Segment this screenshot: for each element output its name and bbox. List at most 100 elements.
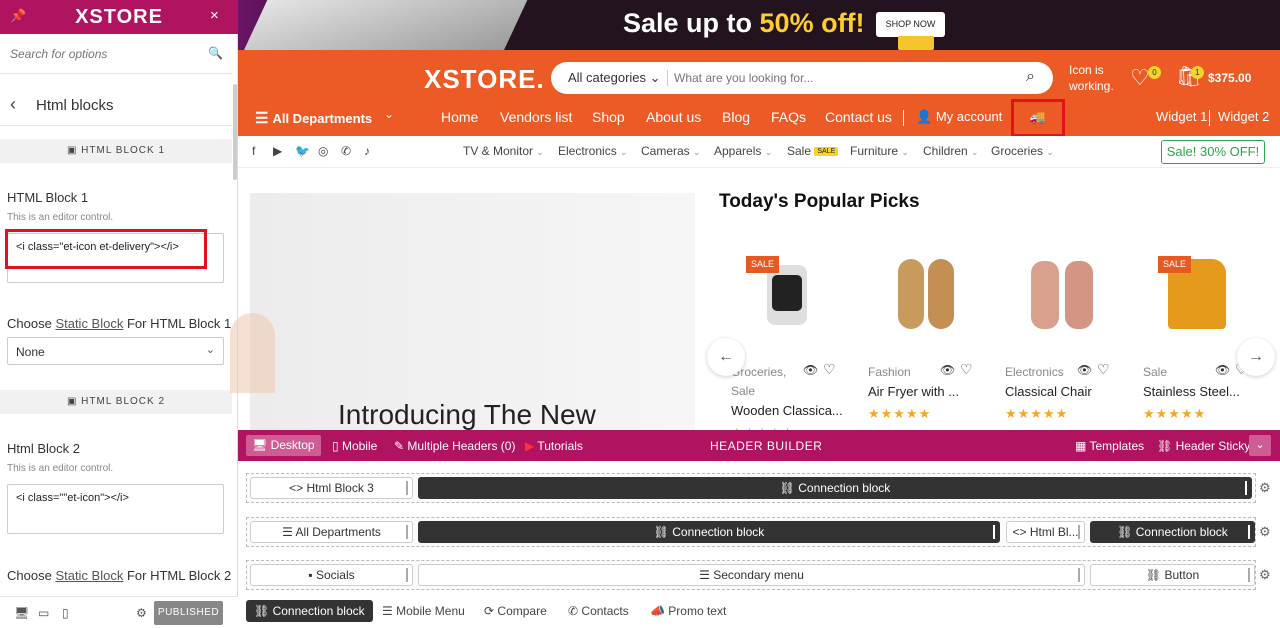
product-name[interactable]: Wooden Classica... — [731, 403, 843, 418]
heart-icon[interactable]: ♡ — [823, 361, 836, 378]
tiktok-icon[interactable]: ♪ — [364, 144, 370, 158]
element-contacts[interactable]: ✆ Contacts — [560, 600, 637, 622]
multiple-headers-tab[interactable]: ✎ Multiple Headers (0) — [394, 439, 515, 453]
drag-handle[interactable] — [1248, 525, 1250, 539]
desktop-icon[interactable]: 🖥 — [14, 606, 29, 620]
mobile-tab[interactable]: ▯ Mobile — [332, 439, 377, 453]
socials-block[interactable]: ▪ Socials — [250, 564, 413, 586]
gear-icon[interactable]: ⚙ — [1259, 567, 1271, 583]
product-category[interactable]: Fashion — [868, 365, 911, 379]
eye-icon[interactable]: 👁 — [1077, 363, 1092, 377]
heart-icon[interactable]: ♡ — [960, 361, 973, 378]
subnav-furniture[interactable]: Furniture ⌄ — [850, 144, 909, 158]
element-compare[interactable]: ⟳ Compare — [476, 600, 555, 622]
connection-block[interactable]: ⛓ Connection block — [1090, 521, 1255, 543]
whatsapp-icon[interactable]: ✆ — [341, 144, 351, 158]
gear-icon[interactable]: ⚙ — [136, 606, 147, 620]
nav-item-contact[interactable]: Contact us — [825, 109, 892, 125]
twitter-icon[interactable]: 🐦 — [295, 144, 310, 158]
drag-handle[interactable] — [1078, 525, 1080, 539]
drag-handle[interactable] — [1078, 568, 1080, 582]
static-block-link[interactable]: Static Block — [55, 316, 123, 331]
nav-item-shop[interactable]: Shop — [592, 109, 625, 125]
chevron-down-icon[interactable]: ⌄ — [1249, 435, 1271, 456]
chevron-down-icon[interactable]: ⌄ — [384, 107, 394, 121]
gear-icon[interactable]: ⚙ — [1259, 480, 1271, 496]
product-image[interactable] — [1005, 255, 1125, 345]
site-logo[interactable]: XSTORE. — [424, 64, 545, 95]
sidebar-scrollbar[interactable] — [233, 84, 237, 180]
element-promo-text[interactable]: 📣 Promo text — [642, 600, 734, 622]
eye-icon[interactable]: 👁 — [1215, 363, 1230, 377]
nav-item-about[interactable]: About us — [646, 109, 701, 125]
search-input[interactable] — [10, 44, 200, 64]
desktop-tab[interactable]: 🖥 Desktop — [246, 435, 321, 456]
nav-item-faqs[interactable]: FAQs — [771, 109, 806, 125]
search-input[interactable] — [674, 68, 1014, 88]
drag-handle[interactable] — [406, 525, 408, 539]
connection-block[interactable]: ⛓ Connection block — [418, 521, 1000, 543]
search-icon[interactable]: 🔍 — [208, 46, 223, 60]
subnav-children[interactable]: Children ⌄ — [923, 144, 979, 158]
eye-icon[interactable]: 👁 — [803, 363, 818, 377]
header-sticky-button[interactable]: ⛓ Header Sticky — [1157, 439, 1250, 453]
product-image[interactable] — [868, 255, 988, 345]
element-mobile-menu[interactable]: ☰ Mobile Menu — [374, 600, 473, 622]
block2-textarea[interactable]: <i class=""et-icon"></i> — [7, 484, 224, 534]
drag-handle[interactable] — [993, 525, 995, 539]
html-block-3[interactable]: <> Html Block 3 — [250, 477, 413, 499]
promo-banner[interactable]: Sale up to 50% off! SHOP NOW — [238, 0, 1280, 50]
subnav-electronics[interactable]: Electronics ⌄ — [558, 144, 628, 158]
product-category-2[interactable]: Sale — [731, 384, 755, 398]
all-departments-menu[interactable]: ☰ All Departments — [255, 109, 372, 127]
all-departments-block[interactable]: ☰ All Departments — [250, 521, 413, 543]
static-block-select-1[interactable]: None ⌄ — [7, 337, 224, 365]
widget-1[interactable]: Widget 1 — [1156, 109, 1207, 124]
shop-now-button[interactable]: SHOP NOW — [876, 12, 945, 37]
facebook-icon[interactable]: f — [252, 144, 255, 158]
subnav-sale[interactable]: Sale SALE — [787, 144, 839, 158]
chevron-left-icon[interactable]: ‹ — [10, 94, 16, 115]
hero-slide[interactable]: Introducing The New — [230, 193, 695, 430]
product-category[interactable]: Electronics — [1005, 365, 1064, 379]
instagram-icon[interactable]: ◎ — [318, 144, 328, 158]
product-name[interactable]: Stainless Steel... — [1143, 384, 1240, 399]
drag-handle[interactable] — [1248, 568, 1250, 582]
publish-button[interactable]: PUBLISHED — [154, 601, 223, 625]
sale-off-button[interactable]: Sale! 30% OFF! — [1161, 140, 1265, 164]
tablet-icon[interactable]: ▭ — [38, 606, 49, 620]
delivery-icon-highlight[interactable]: 🚚 — [1011, 99, 1065, 137]
carousel-next-button[interactable]: → — [1237, 338, 1275, 376]
mobile-icon[interactable]: ▯ — [62, 606, 69, 620]
secondary-menu-block[interactable]: ☰ Secondary menu — [418, 564, 1085, 586]
drag-handle[interactable] — [406, 568, 408, 582]
youtube-icon[interactable]: ▶ — [273, 144, 282, 158]
back-nav[interactable]: ‹ Html blocks — [0, 88, 232, 126]
heart-icon[interactable]: ♡ — [1097, 361, 1110, 378]
product-name[interactable]: Air Fryer with ... — [868, 384, 959, 399]
subnav-tv[interactable]: TV & Monitor ⌄ — [463, 144, 544, 158]
button-block[interactable]: ⛓ Button — [1090, 564, 1255, 586]
my-account-link[interactable]: 👤 My account — [916, 109, 1002, 125]
subnav-apparels[interactable]: Apparels ⌄ — [714, 144, 772, 158]
product-name[interactable]: Classical Chair — [1005, 384, 1092, 399]
heart-icon[interactable]: ♡ — [1130, 65, 1150, 91]
eye-icon[interactable]: 👁 — [940, 363, 955, 377]
carousel-prev-button[interactable]: ← — [707, 338, 745, 376]
connection-block[interactable]: ⛓ Connection block — [418, 477, 1252, 499]
subnav-groceries[interactable]: Groceries ⌄ — [991, 144, 1054, 158]
gear-icon[interactable]: ⚙ — [1259, 524, 1271, 540]
search-icon[interactable]: ⌕ — [1026, 68, 1035, 86]
nav-item-blog[interactable]: Blog — [722, 109, 750, 125]
templates-button[interactable]: ▦ Templates — [1075, 439, 1144, 453]
product-category[interactable]: Sale — [1143, 365, 1167, 379]
nav-item-vendors[interactable]: Vendors list — [500, 109, 572, 125]
subnav-cameras[interactable]: Cameras ⌄ — [641, 144, 701, 158]
static-block-link[interactable]: Static Block — [55, 568, 123, 583]
drag-handle[interactable] — [406, 481, 408, 495]
cart-total[interactable]: $375.00 — [1208, 71, 1251, 85]
tutorials-tab[interactable]: ▶ Tutorials — [525, 439, 583, 453]
html-block[interactable]: <> Html Bl... — [1006, 521, 1085, 543]
drag-handle[interactable] — [1245, 481, 1247, 495]
close-icon[interactable]: × — [210, 7, 219, 24]
